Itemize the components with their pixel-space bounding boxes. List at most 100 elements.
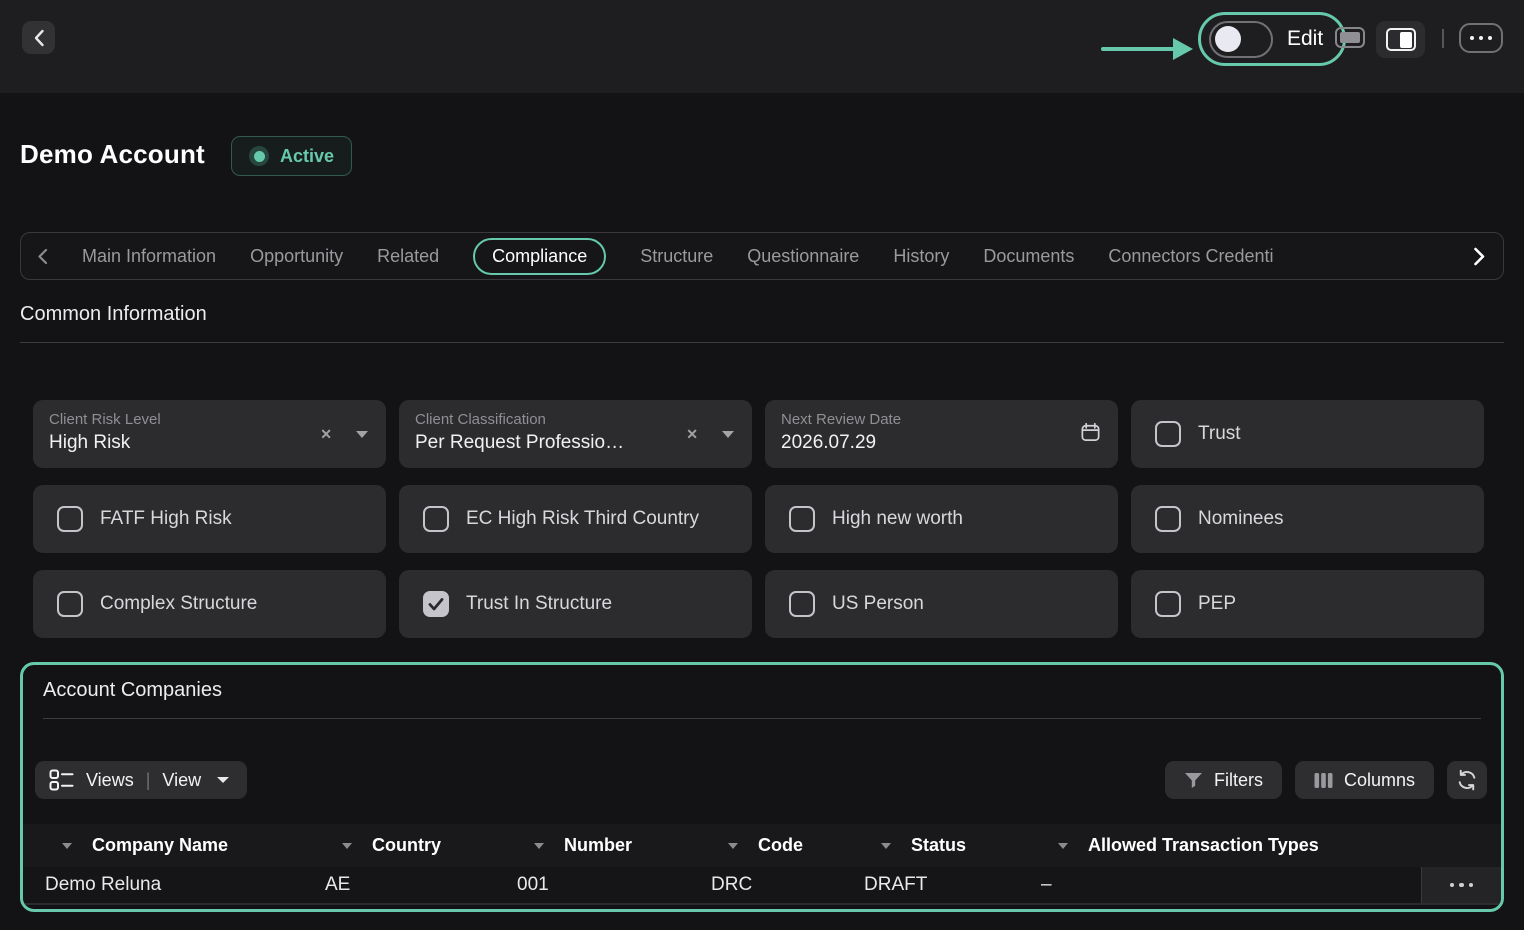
edit-toggle[interactable]: [1209, 21, 1273, 58]
checkbox-trust[interactable]: Trust: [1131, 400, 1484, 468]
tab-documents[interactable]: Documents: [983, 246, 1074, 267]
sort-caret-icon: [1058, 843, 1068, 849]
calendar-icon[interactable]: [1079, 421, 1102, 449]
checkbox-checked-icon[interactable]: [423, 591, 449, 617]
panel-fill-icon: [1340, 32, 1360, 43]
account-companies-section-highlight: Account Companies Views | View Filters C…: [20, 662, 1504, 912]
checkbox-icon[interactable]: [57, 591, 83, 617]
current-view-label: View: [162, 770, 201, 791]
status-dot-icon: [249, 146, 269, 166]
client-classification-field[interactable]: Client Classification Per Request Profes…: [399, 400, 752, 468]
field-label: Next Review Date: [781, 411, 1102, 428]
client-risk-level-field[interactable]: Client Risk Level High Risk ✕: [33, 400, 386, 468]
row-actions-button[interactable]: [1421, 867, 1501, 903]
checkbox-high-new-worth[interactable]: High new worth: [765, 485, 1118, 553]
tab-structure[interactable]: Structure: [640, 246, 713, 267]
tab-compliance[interactable]: Compliance: [473, 238, 606, 275]
field-value: High Risk: [49, 432, 299, 454]
checkbox-ec-high-risk-third-country[interactable]: EC High Risk Third Country: [399, 485, 752, 553]
section-divider: [43, 718, 1481, 719]
sort-caret-icon: [534, 843, 544, 849]
checkbox-icon[interactable]: [1155, 591, 1181, 617]
columns-button[interactable]: Columns: [1295, 761, 1434, 799]
tab-history[interactable]: History: [893, 246, 949, 267]
column-header-company-name[interactable]: Company Name: [45, 835, 325, 856]
sort-caret-icon: [342, 843, 352, 849]
next-review-date-field[interactable]: Next Review Date 2026.07.29: [765, 400, 1118, 468]
common-information-title: Common Information: [20, 303, 207, 326]
column-header-country[interactable]: Country: [325, 835, 517, 856]
tab-main-information[interactable]: Main Information: [82, 246, 216, 267]
column-header-code[interactable]: Code: [711, 835, 864, 856]
cell-company-name: Demo Reluna: [45, 874, 325, 896]
tab-bar: Main Information Opportunity Related Com…: [20, 232, 1504, 280]
chevron-down-icon: [217, 777, 229, 783]
refresh-button[interactable]: [1447, 761, 1487, 799]
checkbox-nominees[interactable]: Nominees: [1131, 485, 1484, 553]
table-row[interactable]: Demo Reluna AE 001 DRC DRAFT –: [23, 867, 1501, 905]
top-bar: Edit: [0, 0, 1524, 93]
sort-caret-icon: [62, 843, 72, 849]
filters-button[interactable]: Filters: [1165, 761, 1282, 799]
checkbox-pep[interactable]: PEP: [1131, 570, 1484, 638]
common-information-form: Client Risk Level High Risk ✕ Client Cla…: [33, 400, 1484, 638]
checkbox-icon[interactable]: [1155, 506, 1181, 532]
cell-code: DRC: [711, 874, 864, 896]
more-options-button[interactable]: [1459, 23, 1503, 53]
refresh-icon: [1456, 769, 1478, 791]
checkbox-us-person[interactable]: US Person: [765, 570, 1118, 638]
companies-table: Company Name Country Number Code Status …: [23, 824, 1501, 905]
page-title: Demo Account: [20, 139, 205, 170]
cell-status: DRAFT: [864, 874, 1041, 896]
checkbox-icon[interactable]: [57, 506, 83, 532]
checkbox-icon[interactable]: [789, 506, 815, 532]
column-header-status[interactable]: Status: [864, 835, 1041, 856]
back-button[interactable]: [22, 21, 55, 54]
clear-icon[interactable]: ✕: [320, 426, 332, 443]
checkbox-fatf-high-risk[interactable]: FATF High Risk: [33, 485, 386, 553]
split-panel-button[interactable]: [1376, 21, 1425, 58]
table-header-row: Company Name Country Number Code Status …: [23, 824, 1501, 867]
cell-number: 001: [517, 874, 711, 896]
annotation-arrow: [1101, 38, 1193, 60]
edit-toggle-highlight: Edit: [1198, 12, 1346, 66]
tabs-scroll-right-button[interactable]: [1473, 247, 1485, 266]
column-header-number[interactable]: Number: [517, 835, 711, 856]
chevron-left-icon: [33, 29, 45, 47]
topbar-divider: [1442, 29, 1444, 48]
table-toolbar-right: Filters Columns: [1165, 761, 1487, 799]
checkbox-trust-in-structure[interactable]: Trust In Structure: [399, 570, 752, 638]
tabs-scroll-left-button[interactable]: [37, 248, 48, 265]
checkbox-complex-structure[interactable]: Complex Structure: [33, 570, 386, 638]
views-selector-button[interactable]: Views | View: [35, 761, 247, 799]
section-divider: [20, 342, 1504, 343]
account-companies-title: Account Companies: [43, 679, 222, 702]
column-header-allowed-transaction-types[interactable]: Allowed Transaction Types: [1041, 835, 1501, 856]
chevron-down-icon[interactable]: [722, 431, 734, 438]
checkbox-icon[interactable]: [789, 591, 815, 617]
divider: |: [146, 770, 151, 791]
panel-collapsed-button[interactable]: [1335, 27, 1365, 48]
sort-caret-icon: [728, 843, 738, 849]
chevron-down-icon[interactable]: [356, 431, 368, 438]
chevron-left-icon: [37, 248, 48, 265]
field-value: Per Request Professio…: [415, 432, 665, 454]
field-value: 2026.07.29: [781, 432, 1031, 454]
sort-caret-icon: [881, 843, 891, 849]
funnel-icon: [1184, 772, 1203, 789]
columns-icon: [1314, 772, 1333, 789]
tab-opportunity[interactable]: Opportunity: [250, 246, 343, 267]
tab-related[interactable]: Related: [377, 246, 439, 267]
checkbox-icon[interactable]: [1155, 421, 1181, 447]
clear-icon[interactable]: ✕: [686, 426, 698, 443]
tab-questionnaire[interactable]: Questionnaire: [747, 246, 859, 267]
toggle-knob: [1215, 26, 1241, 52]
status-badge: Active: [231, 136, 352, 176]
views-label: Views: [86, 770, 134, 791]
checkbox-icon[interactable]: [423, 506, 449, 532]
edit-toggle-label: Edit: [1287, 27, 1323, 51]
ellipsis-icon: [1470, 36, 1474, 40]
ellipsis-icon: [1450, 883, 1455, 888]
split-panel-icon: [1386, 28, 1416, 51]
tab-connectors-credentials[interactable]: Connectors Credenti: [1108, 246, 1273, 267]
